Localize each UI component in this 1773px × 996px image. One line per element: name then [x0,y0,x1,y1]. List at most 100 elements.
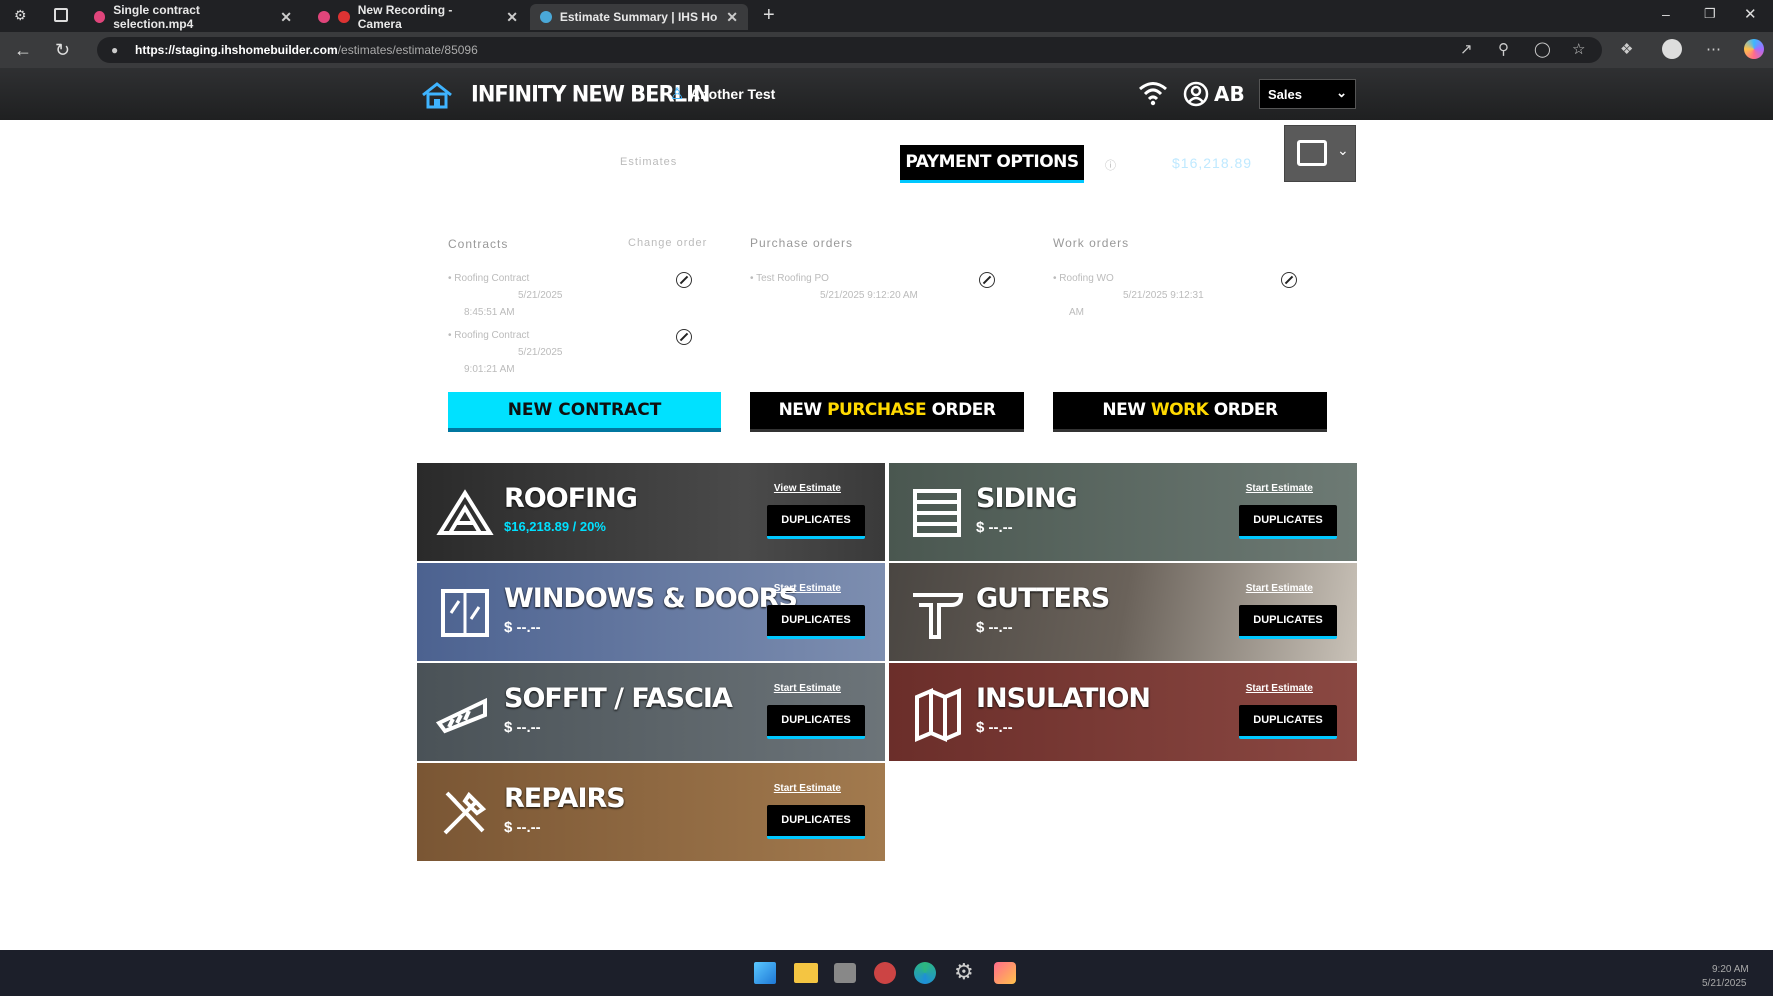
more-icon[interactable]: ⋯ [1706,41,1721,59]
info-icon: ⓘ [1105,160,1116,172]
edge-icon[interactable] [914,962,936,984]
duplicates-button[interactable]: DUPLICATES [767,505,865,539]
edit-icon[interactable] [979,272,995,288]
category-price: $ --.-- [504,619,541,636]
soffit-icon [435,697,487,734]
payment-options-button[interactable]: PAYMENT OPTIONS [900,145,1084,183]
start-estimate-link[interactable]: Start Estimate [774,683,841,694]
category-card-insulation[interactable]: INSULATION $ --.-- Start Estimate DUPLIC… [889,663,1357,761]
start-estimate-link[interactable]: Start Estimate [1246,683,1313,694]
close-icon[interactable]: ✕ [280,9,292,26]
new-contract-button[interactable]: NEW CONTRACT [448,392,721,432]
start-estimate-link[interactable]: Start Estimate [774,583,841,594]
printer-icon [1297,140,1327,166]
edit-icon[interactable] [676,329,692,345]
clock-date[interactable]: 5/21/2025 [1702,978,1747,989]
contract-date: 5/21/2025 [518,347,563,358]
copilot-icon[interactable] [1744,39,1764,59]
start-estimate-link[interactable]: Start Estimate [1246,583,1313,594]
window-close-icon[interactable]: ✕ [1744,5,1757,23]
extensions-icon[interactable]: ❖ [1620,41,1633,59]
duplicates-button[interactable]: DUPLICATES [767,705,865,739]
tab-video[interactable]: Single contract selection.mp4 ✕ [84,3,302,31]
new-work-order-button[interactable]: NEW WORK ORDER [1053,392,1327,432]
category-card-siding[interactable]: SIDING $ --.-- Start Estimate DUPLICATES [889,463,1357,561]
main-content: Estimates PAYMENT OPTIONS ⓘ $16,218.89 ⌄… [0,120,1773,950]
purchase-order-item[interactable]: • Test Roofing PO 5/21/2025 9:12:20 AM [750,270,980,304]
url-input[interactable]: ● https://staging.ihshomebuilder.com/est… [97,37,1602,63]
recording-tab-icon [318,11,330,23]
print-dropdown-button[interactable]: ⌄ [1284,125,1356,182]
tab-estimate-summary[interactable]: Estimate Summary | IHS Home B... ✕ [530,4,748,30]
contract-date: 5/21/2025 [518,290,563,301]
url-host: https://staging.ihshomebuilder.com [135,43,338,57]
user-name: Another Test [690,86,776,102]
role-select[interactable]: Sales ⌄ [1259,79,1356,109]
file-explorer-icon[interactable] [794,963,818,983]
category-card-windows-doors[interactable]: WINDOWS & DOORS $ --.-- Start Estimate D… [417,563,885,661]
settings-icon[interactable]: ⚙ [954,959,974,985]
restore-icon[interactable]: ❐ [1704,6,1716,22]
category-card-roofing[interactable]: ROOFING $16,218.89 / 20% View Estimate D… [417,463,885,561]
siding-icon [913,489,961,537]
chevron-down-icon: ⌄ [1336,85,1347,100]
tab-label: Single contract selection.mp4 [113,3,200,31]
favorite-star-icon[interactable]: ☆ [1572,41,1585,59]
close-icon[interactable]: ✕ [726,9,738,26]
wo-name: Roofing WO [1059,273,1114,284]
category-price: $16,218.89 / 20% [504,519,606,534]
change-order-link[interactable]: Change order [628,237,707,249]
close-icon[interactable]: ✕ [506,9,518,26]
contract-name: Roofing Contract [454,273,530,284]
store-icon[interactable] [834,963,856,983]
zoom-icon[interactable]: ⚲ [1498,41,1509,59]
contract-item[interactable]: • Roofing Contract 5/21/2025 8:45:51 AM [448,270,618,321]
po-date: 5/21/2025 9:12:20 AM [820,290,918,301]
new-purchase-order-button[interactable]: NEW PURCHASE ORDER [750,392,1024,432]
open-app-icon[interactable]: ↗ [1460,41,1473,59]
start-icon[interactable] [754,962,776,984]
duplicates-button[interactable]: DUPLICATES [1239,505,1337,539]
category-card-gutters[interactable]: GUTTERS $ --.-- Start Estimate DUPLICATE… [889,563,1357,661]
category-card-soffit-fascia[interactable]: SOFFIT / FASCIA $ --.-- Start Estimate D… [417,663,885,761]
site-favicon-icon [540,11,552,23]
wo-time: AM [1069,307,1084,318]
start-estimate-link[interactable]: Start Estimate [1246,483,1313,494]
reader-icon[interactable]: ◯ [1534,41,1551,59]
category-title: ROOFING [504,483,638,514]
minimize-icon[interactable]: – [1662,6,1670,22]
tab-recording[interactable]: New Recording - Camera ✕ [308,3,528,31]
user-icon: ♙ [670,86,685,103]
chevron-down-icon: ⌄ [1337,142,1349,158]
home-icon[interactable] [420,81,454,109]
browser-tab-bar: ⚙ Single contract selection.mp4 ✕ New Re… [0,0,1773,32]
duplicates-button[interactable]: DUPLICATES [1239,705,1337,739]
user-initials[interactable]: AB [1214,82,1245,106]
category-card-repairs[interactable]: REPAIRS $ --.-- Start Estimate DUPLICATE… [417,763,885,861]
video-tab-icon [94,11,106,23]
clock-time[interactable]: 9:20 AM [1712,964,1749,975]
profile-avatar[interactable] [1662,39,1682,59]
view-estimate-link[interactable]: View Estimate [774,483,841,494]
start-estimate-link[interactable]: Start Estimate [774,783,841,794]
reload-icon[interactable]: ↻ [55,40,70,60]
tab-label: New Recording - Camera [357,3,453,31]
camera-app-icon[interactable] [994,962,1016,984]
gutter-icon [913,593,964,639]
window-icon [441,589,489,637]
contract-item[interactable]: • Roofing Contract 5/21/2025 9:01:21 AM [448,327,618,378]
new-tab-icon[interactable]: + [763,4,775,27]
edit-icon[interactable] [1281,272,1297,288]
duplicates-button[interactable]: DUPLICATES [767,805,865,839]
breadcrumb[interactable]: Estimates [620,156,677,168]
back-icon[interactable]: ← [14,40,32,60]
duplicates-button[interactable]: DUPLICATES [1239,605,1337,639]
tab-actions-icon[interactable] [54,8,68,22]
duplicates-button[interactable]: DUPLICATES [767,605,865,639]
edit-icon[interactable] [676,272,692,288]
account-icon[interactable] [1183,81,1209,107]
work-order-item[interactable]: • Roofing WO 5/21/2025 9:12:31 AM [1053,270,1233,321]
app-icon[interactable] [874,962,896,984]
purchase-orders-title: Purchase orders [750,236,854,250]
browser-menu-icon[interactable]: ⚙ [14,7,27,24]
